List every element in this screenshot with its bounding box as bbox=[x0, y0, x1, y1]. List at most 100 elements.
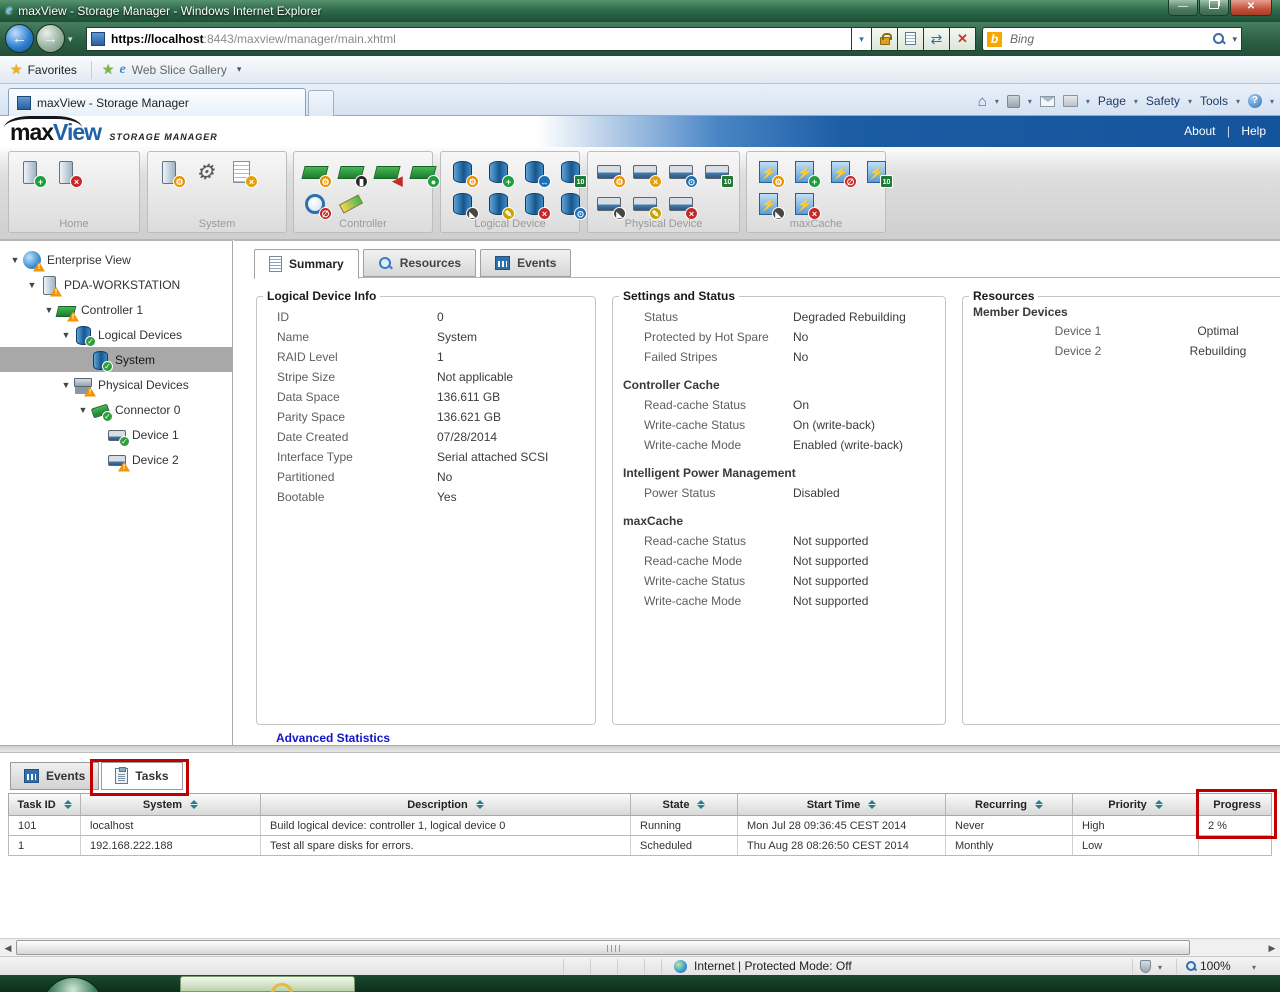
controller-restore-defaults-button[interactable]: ◀ bbox=[372, 157, 402, 187]
controller-settings-button[interactable]: ⚙ bbox=[300, 157, 330, 187]
favorites-star-icon[interactable]: ★ bbox=[10, 61, 23, 78]
favorites-button[interactable]: Favorites bbox=[28, 63, 77, 77]
advanced-statistics-link[interactable]: Advanced Statistics bbox=[276, 731, 390, 745]
expand-migrate-logical-device-button[interactable]: ↔ bbox=[519, 157, 549, 187]
tree-item-logical-devices[interactable]: ▼✓Logical Devices bbox=[0, 322, 232, 347]
expand-arrow-icon[interactable]: ▼ bbox=[59, 330, 73, 340]
sort-icon[interactable] bbox=[697, 800, 705, 809]
expand-arrow-icon[interactable]: ▼ bbox=[59, 380, 73, 390]
print-dropdown-icon[interactable] bbox=[1086, 97, 1090, 106]
expand-arrow-icon[interactable]: ▼ bbox=[25, 280, 39, 290]
logical-device-power-button[interactable]: ⊙ bbox=[555, 189, 585, 219]
logical-device-settings-button[interactable]: ⚙ bbox=[447, 157, 477, 187]
column-header-system[interactable]: System bbox=[81, 794, 261, 815]
sort-icon[interactable] bbox=[64, 800, 72, 809]
security-lock-button[interactable] bbox=[872, 27, 898, 51]
tab-summary[interactable]: Summary bbox=[254, 249, 359, 279]
tree-item-system[interactable]: ✓System bbox=[0, 347, 232, 372]
web-slice-dropdown-icon[interactable] bbox=[237, 64, 242, 75]
refresh-button[interactable]: ⇄ bbox=[924, 27, 950, 51]
home-dropdown-icon[interactable] bbox=[995, 97, 999, 106]
sort-icon[interactable] bbox=[476, 800, 484, 809]
horizontal-divider[interactable] bbox=[0, 745, 1280, 753]
privacy-dropdown-icon[interactable] bbox=[1158, 963, 1162, 972]
bottom-tab-events[interactable]: Events bbox=[10, 762, 99, 790]
scroll-right-arrow-icon[interactable]: ▶ bbox=[1265, 941, 1279, 955]
column-header-priority[interactable]: Priority bbox=[1073, 794, 1199, 815]
new-tab-button[interactable] bbox=[308, 90, 334, 116]
help-link[interactable]: Help bbox=[1241, 124, 1266, 138]
web-slice-gallery-button[interactable]: Web Slice Gallery bbox=[132, 63, 227, 77]
stop-button[interactable]: ✕ bbox=[950, 27, 976, 51]
scrollbar-thumb[interactable] bbox=[16, 940, 1190, 955]
secure-erase-physical-device-button[interactable]: ✎ bbox=[630, 189, 660, 219]
create-maxcache-button[interactable]: ⚡+ bbox=[789, 157, 819, 187]
about-link[interactable]: About bbox=[1184, 124, 1215, 138]
sort-icon[interactable] bbox=[1035, 800, 1043, 809]
initialize-physical-device-button[interactable]: × bbox=[630, 157, 660, 187]
clear-controller-configuration-button[interactable] bbox=[336, 189, 366, 219]
expand-arrow-icon[interactable]: ▼ bbox=[42, 305, 56, 315]
forward-button[interactable]: → bbox=[36, 24, 65, 53]
privacy-shield-icon[interactable] bbox=[1140, 960, 1151, 973]
column-header-start-time[interactable]: Start Time bbox=[738, 794, 946, 815]
maxcache-verify-button[interactable]: ⚡10 bbox=[861, 157, 891, 187]
save-support-archive-button[interactable]: × bbox=[226, 157, 256, 187]
table-row[interactable]: 1192.168.222.188Test all spare disks for… bbox=[8, 836, 1272, 856]
home-icon[interactable]: ⌂ bbox=[978, 93, 987, 110]
physical-device-settings-button[interactable]: ⚙ bbox=[594, 157, 624, 187]
compatibility-view-button[interactable] bbox=[898, 27, 924, 51]
physical-device-verify-button[interactable]: 10 bbox=[702, 157, 732, 187]
print-icon[interactable] bbox=[1063, 95, 1078, 107]
zoom-level[interactable]: 100% bbox=[1200, 959, 1231, 973]
system-tasks-button[interactable]: ⚙ bbox=[190, 157, 220, 187]
tree-item-pda-workstation[interactable]: ▼!PDA-WORKSTATION bbox=[0, 272, 232, 297]
help-dropdown-icon[interactable] bbox=[1270, 97, 1274, 106]
address-dropdown-icon[interactable] bbox=[852, 27, 872, 51]
search-input[interactable] bbox=[1008, 31, 1212, 47]
zoom-dropdown-icon[interactable] bbox=[1252, 963, 1256, 972]
tools-dropdown-icon[interactable] bbox=[1236, 97, 1240, 106]
column-header-recurring[interactable]: Recurring bbox=[946, 794, 1073, 815]
tab-events[interactable]: Events bbox=[480, 249, 571, 277]
tree-item-device-1[interactable]: ✓Device 1 bbox=[0, 422, 232, 447]
taskbar-app-button[interactable] bbox=[180, 976, 355, 992]
disable-maxcache-button[interactable]: ⚡∅ bbox=[825, 157, 855, 187]
tree-item-enterprise-view[interactable]: ▼!Enterprise View bbox=[0, 247, 232, 272]
start-button[interactable] bbox=[42, 977, 104, 992]
delete-logical-device-button[interactable]: × bbox=[519, 189, 549, 219]
scroll-left-arrow-icon[interactable]: ◀ bbox=[1, 941, 15, 955]
physical-device-power-button[interactable]: ⊙ bbox=[666, 157, 696, 187]
close-button[interactable]: ✕ bbox=[1230, 0, 1272, 16]
back-button[interactable]: ← bbox=[5, 24, 34, 53]
expand-arrow-icon[interactable]: ▼ bbox=[8, 255, 22, 265]
recent-pages-dropdown-icon[interactable] bbox=[68, 34, 73, 45]
feeds-dropdown-icon[interactable] bbox=[1028, 97, 1032, 106]
tree-item-connector-0[interactable]: ▼✓Connector 0 bbox=[0, 397, 232, 422]
locate-maxcache-button[interactable]: ⚡◣ bbox=[753, 189, 783, 219]
help-icon[interactable]: ? bbox=[1248, 94, 1262, 108]
column-header-state[interactable]: State bbox=[631, 794, 738, 815]
browser-tab[interactable]: maxView - Storage Manager bbox=[8, 88, 306, 116]
rss-feeds-icon[interactable] bbox=[1007, 95, 1020, 108]
search-magnifier-icon[interactable] bbox=[1212, 32, 1226, 46]
page-menu-button[interactable]: Page bbox=[1098, 94, 1126, 108]
sort-icon[interactable] bbox=[1155, 800, 1163, 809]
tree-item-device-2[interactable]: !Device 2 bbox=[0, 447, 232, 472]
search-box[interactable]: b bbox=[982, 27, 1242, 51]
logical-device-consistency-button[interactable]: 10 bbox=[555, 157, 585, 187]
minimize-button[interactable]: — bbox=[1168, 0, 1198, 16]
add-favorite-icon[interactable]: ★ bbox=[102, 61, 115, 78]
safety-dropdown-icon[interactable] bbox=[1188, 97, 1192, 106]
delete-system-button[interactable]: × bbox=[51, 157, 81, 187]
search-dropdown-icon[interactable] bbox=[1232, 34, 1237, 45]
sort-icon[interactable] bbox=[190, 800, 198, 809]
table-row[interactable]: 101localhostBuild logical device: contro… bbox=[8, 816, 1272, 836]
sort-icon[interactable] bbox=[868, 800, 876, 809]
tab-resources[interactable]: Resources bbox=[363, 249, 476, 277]
create-logical-device-button[interactable]: + bbox=[483, 157, 513, 187]
page-dropdown-icon[interactable] bbox=[1134, 97, 1138, 106]
expand-arrow-icon[interactable]: ▼ bbox=[76, 405, 90, 415]
rescan-controller-button[interactable]: ● bbox=[408, 157, 438, 187]
maxcache-settings-button[interactable]: ⚡⚙ bbox=[753, 157, 783, 187]
